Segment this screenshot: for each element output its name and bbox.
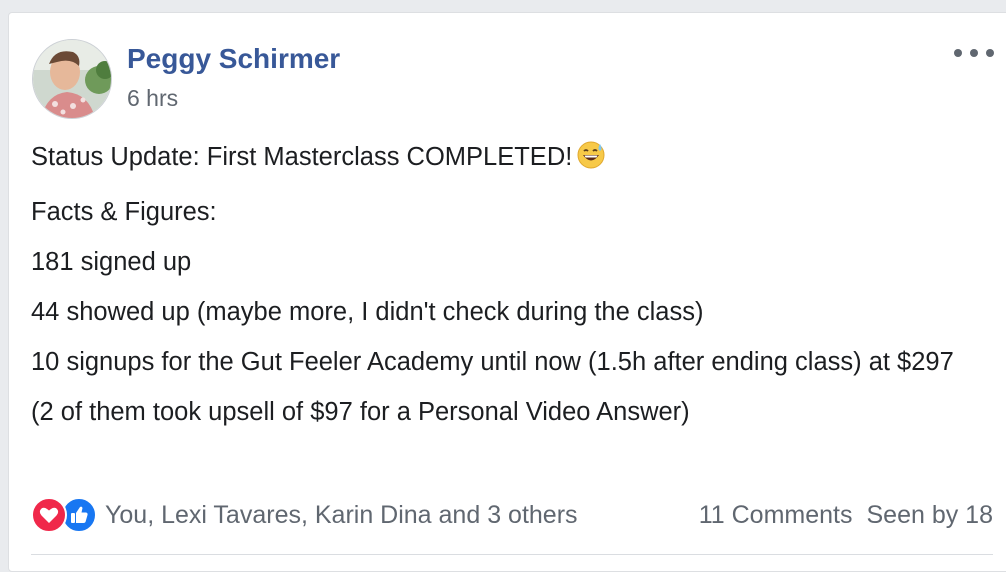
more-dot	[970, 49, 978, 57]
grinning-sweat-emoji-icon	[576, 140, 606, 181]
post-line: Facts & Figures:	[31, 198, 217, 226]
post-footer: You, Lexi Tavares, Karin Dina and 3 othe…	[31, 497, 993, 533]
post-body: Status Update: First Masterclass COMPLET…	[31, 139, 991, 444]
post-card: Peggy Schirmer 6 hrs Status Update: Firs…	[8, 12, 1006, 572]
post-line: 44 showed up (maybe more, I didn't check…	[31, 298, 704, 326]
post-line: 10 signups for the Gut Feeler Academy un…	[31, 348, 954, 376]
comments-count[interactable]: 11 Comments	[699, 501, 853, 530]
footer-divider	[31, 554, 993, 555]
more-dot	[954, 49, 962, 57]
seen-by-count[interactable]: Seen by 18	[867, 501, 994, 530]
post-line: 181 signed up	[31, 248, 192, 276]
author-avatar[interactable]	[32, 39, 112, 119]
post-line: Status Update: First Masterclass COMPLET…	[31, 139, 991, 181]
more-dot	[986, 49, 994, 57]
author-name[interactable]: Peggy Schirmer	[127, 43, 340, 75]
avatar-photo	[33, 40, 111, 118]
post-line-text: Status Update: First Masterclass COMPLET…	[31, 143, 573, 171]
love-icon	[31, 497, 67, 533]
more-options-icon[interactable]	[954, 43, 994, 63]
post-timestamp[interactable]: 6 hrs	[127, 85, 178, 112]
reaction-icons[interactable]	[31, 497, 97, 533]
reactions-summary[interactable]: You, Lexi Tavares, Karin Dina and 3 othe…	[105, 501, 578, 530]
post-line: (2 of them took upsell of $97 for a Pers…	[31, 398, 690, 426]
